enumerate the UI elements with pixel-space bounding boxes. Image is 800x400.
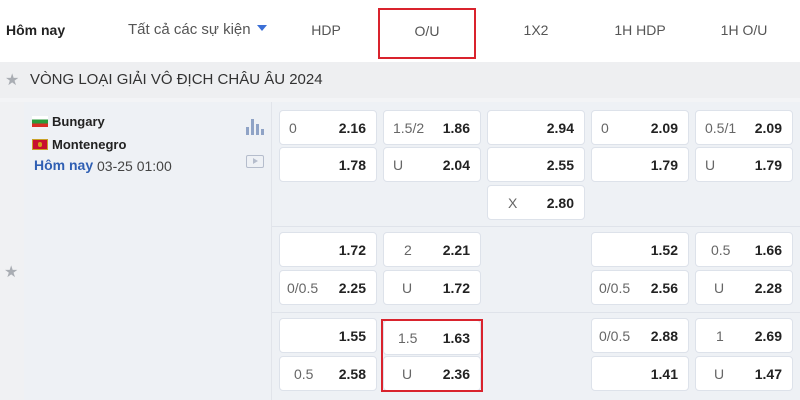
odds-line: U <box>714 280 725 296</box>
all-events-label: Tất cả các sự kiện <box>128 21 251 38</box>
odds-price: 2.28 <box>754 280 782 296</box>
star-icon[interactable]: ★ <box>5 70 19 90</box>
market-tab-bar: Hôm nay Tất cả các sự kiện HDP O/U 1X2 1… <box>0 0 800 62</box>
match-day: Hôm nay <box>34 157 94 173</box>
odds-cell-hdp-away[interactable]: 1.78 <box>279 147 377 182</box>
odds-line: U <box>393 157 404 173</box>
odds-cell-1h-hdp-home[interactable]: 0 2.09 <box>591 110 689 145</box>
odds-price: 2.58 <box>338 366 366 382</box>
odds-price: 2.69 <box>754 328 782 344</box>
kickoff-time: 03-25 01:00 <box>97 158 172 174</box>
odds-price: 2.55 <box>546 157 574 173</box>
bulgaria-flag-icon <box>32 116 48 127</box>
tab-hdp[interactable]: HDP <box>281 22 371 38</box>
tab-today[interactable]: Hôm nay <box>6 22 65 38</box>
row-separator <box>272 226 800 227</box>
odds-cell-1h-hdp-away[interactable]: 1.41 <box>591 356 689 391</box>
odds-cell-1h-ou-over[interactable]: 0.5/1 2.09 <box>695 110 793 145</box>
odds-cell-hdp-away[interactable]: 0.5 2.58 <box>279 356 377 391</box>
odds-price: 2.94 <box>546 120 574 136</box>
favorite-column: ★ <box>0 102 24 400</box>
odds-cell-ou-under[interactable]: U 2.04 <box>383 147 481 182</box>
tab-1x2[interactable]: 1X2 <box>491 22 581 38</box>
odds-line: 0/0.5 <box>599 328 631 344</box>
video-icon[interactable] <box>246 155 264 168</box>
odds-price: 1.72 <box>338 242 366 258</box>
odds-line: 0 <box>289 120 297 136</box>
odds-cell-1x2-away[interactable]: 2.55 <box>487 147 585 182</box>
odds-cell-1h-hdp-home[interactable]: 1.52 <box>591 232 689 267</box>
odds-line: 0.5/1 <box>705 120 737 136</box>
stats-icon[interactable] <box>246 119 264 135</box>
odds-cell-1h-hdp-home[interactable]: 0/0.5 2.88 <box>591 318 689 353</box>
odds-price: 1.52 <box>650 242 678 258</box>
odds-line: U <box>402 280 413 296</box>
odds-line: U <box>705 157 716 173</box>
odds-price: 1.78 <box>338 157 366 173</box>
star-icon[interactable]: ★ <box>4 262 18 282</box>
odds-cell-ou-under[interactable]: U 1.72 <box>383 270 481 305</box>
odds-cell-1h-ou-under[interactable]: U 1.47 <box>695 356 793 391</box>
odds-cell-hdp-home[interactable]: 0 2.16 <box>279 110 377 145</box>
home-team: Bungary <box>32 114 105 129</box>
away-team: Montenegro <box>32 137 126 152</box>
montenegro-flag-icon <box>32 139 48 150</box>
odds-cell-1x2-home[interactable]: 2.94 <box>487 110 585 145</box>
odds-price: 2.80 <box>546 195 574 211</box>
league-header: ★ VÒNG LOẠI GIẢI VÔ ĐỊCH CHÂU ÂU 2024 <box>0 62 800 98</box>
odds-cell-hdp-away[interactable]: 0/0.5 2.25 <box>279 270 377 305</box>
league-name: VÒNG LOẠI GIẢI VÔ ĐỊCH CHÂU ÂU 2024 <box>30 71 323 88</box>
odds-price: 2.25 <box>338 280 366 296</box>
odds-line: 2 <box>404 242 412 258</box>
match-info: Bungary Montenegro Hôm nay 03-25 01:00 <box>24 102 272 400</box>
odds-price: 2.16 <box>338 120 366 136</box>
odds-line: 0/0.5 <box>599 280 631 296</box>
odds-price: 1.55 <box>338 328 366 344</box>
odds-price: 2.88 <box>650 328 678 344</box>
odds-cell-1h-hdp-away[interactable]: 0/0.5 2.56 <box>591 270 689 305</box>
odds-line: 1.5/2 <box>393 120 425 136</box>
odds-price: 2.09 <box>754 120 782 136</box>
home-team-name: Bungary <box>52 114 105 129</box>
caret-down-icon <box>256 25 267 31</box>
odds-line: 0.5 <box>711 242 731 258</box>
odds-price: 2.09 <box>650 120 678 136</box>
odds-price: 1.79 <box>650 157 678 173</box>
odds-price: 1.79 <box>754 157 782 173</box>
odds-cell-1h-hdp-away[interactable]: 1.79 <box>591 147 689 182</box>
odds-cell-1h-ou-over[interactable]: 0.5 1.66 <box>695 232 793 267</box>
odds-line: 1 <box>716 328 724 344</box>
tab-1h-ou[interactable]: 1H O/U <box>699 22 789 38</box>
odds-line: X <box>508 195 518 211</box>
odds-cell-hdp-home[interactable]: 1.72 <box>279 232 377 267</box>
odds-price: 1.66 <box>754 242 782 258</box>
tab-1h-hdp[interactable]: 1H HDP <box>595 22 685 38</box>
odds-cell-1h-ou-over[interactable]: 1 2.69 <box>695 318 793 353</box>
odds-price: 1.72 <box>442 280 470 296</box>
odds-price: 2.21 <box>442 242 470 258</box>
odds-line: 0.5 <box>294 366 314 382</box>
odds-price: 2.04 <box>442 157 470 173</box>
all-events-dropdown[interactable]: Tất cả các sự kiện <box>128 21 267 38</box>
away-team-name: Montenegro <box>52 137 127 152</box>
ou-highlight-box <box>381 319 483 392</box>
odds-line: 0 <box>601 120 609 136</box>
odds-cell-hdp-home[interactable]: 1.55 <box>279 318 377 353</box>
odds-price: 1.47 <box>754 366 782 382</box>
odds-cell-ou-over[interactable]: 2 2.21 <box>383 232 481 267</box>
odds-cell-1h-ou-under[interactable]: U 1.79 <box>695 147 793 182</box>
row-separator <box>272 312 800 313</box>
odds-price: 1.86 <box>442 120 470 136</box>
odds-line: U <box>714 366 725 382</box>
odds-price: 1.41 <box>650 366 678 382</box>
tab-ou[interactable]: O/U <box>378 8 476 59</box>
odds-cell-1h-ou-under[interactable]: U 2.28 <box>695 270 793 305</box>
odds-price: 2.56 <box>650 280 678 296</box>
odds-line: 0/0.5 <box>287 280 319 296</box>
odds-cell-1x2-draw[interactable]: X 2.80 <box>487 185 585 220</box>
odds-cell-ou-over[interactable]: 1.5/2 1.86 <box>383 110 481 145</box>
